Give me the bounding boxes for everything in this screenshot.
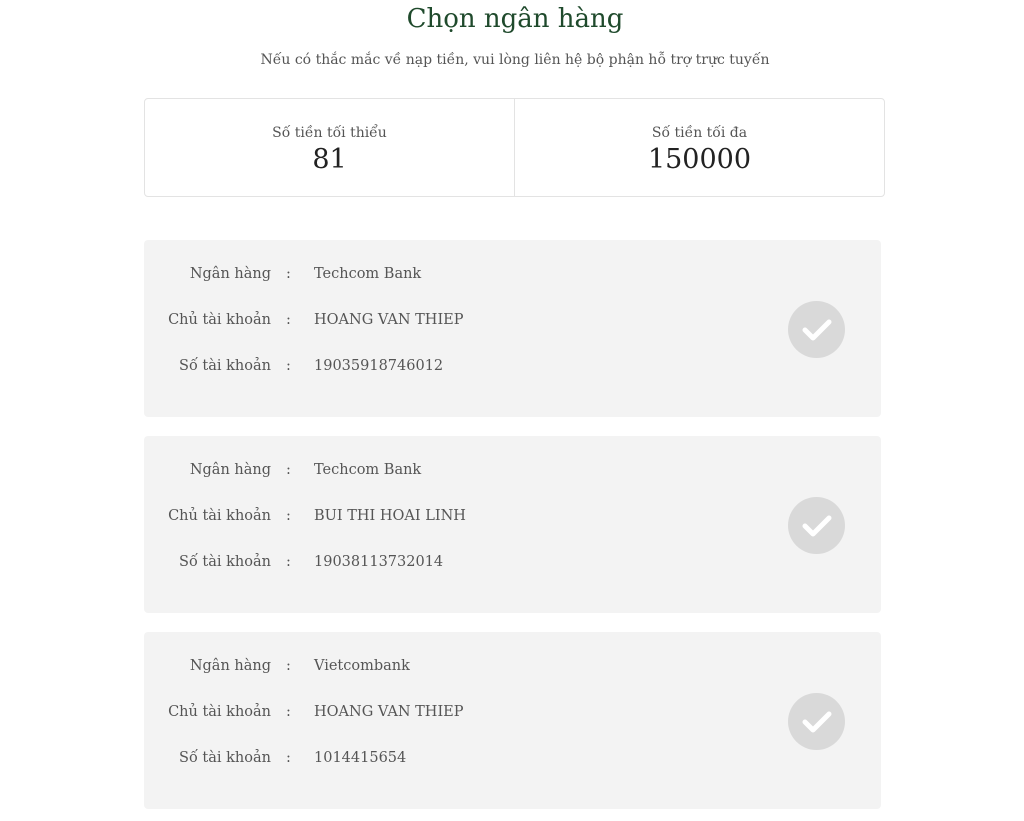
- min-amount-value: 81: [312, 144, 347, 175]
- account-owner-value: HOANG VAN THIEP: [314, 312, 464, 328]
- bank-name-value: Vietcombank: [314, 658, 410, 674]
- bank-select-page: Chọn ngân hàng Nếu có thắc mắc về nạp ti…: [0, 0, 1024, 821]
- bank-name-label: Ngân hàng: [189, 266, 271, 282]
- account-owner-value: HOANG VAN THIEP: [314, 704, 464, 720]
- page-subtitle: Nếu có thắc mắc về nạp tiền, vui lòng li…: [260, 52, 770, 68]
- separator: :: [286, 462, 291, 478]
- bank-option-card[interactable]: Ngân hàng : Techcom Bank Chủ tài khoản :…: [144, 240, 881, 417]
- check-mark: [802, 319, 831, 340]
- account-number-value: 19038113732014: [314, 554, 444, 570]
- account-owner-label: Chủ tài khoản: [168, 508, 271, 524]
- check-icon[interactable]: [788, 693, 845, 750]
- account-owner-row: Chủ tài khoản : HOANG VAN THIEP: [144, 309, 744, 331]
- separator: :: [286, 658, 291, 674]
- separator: :: [286, 704, 291, 720]
- deposit-limits-panel: Số tiền tối thiểu 81 Số tiền tối đa 1500…: [144, 98, 885, 197]
- account-owner-label: Chủ tài khoản: [168, 312, 271, 328]
- account-owner-value: BUI THI HOAI LINH: [314, 508, 466, 524]
- max-amount-cell: Số tiền tối đa 150000: [514, 99, 884, 196]
- check-mark: [802, 515, 831, 536]
- account-number-row: Số tài khoản : 19035918746012: [144, 355, 744, 377]
- bank-option-card[interactable]: Ngân hàng : Techcom Bank Chủ tài khoản :…: [144, 436, 881, 613]
- min-amount-label: Số tiền tối thiểu: [272, 125, 387, 141]
- separator: :: [286, 358, 291, 374]
- bank-name-row: Ngân hàng : Techcom Bank: [144, 459, 744, 481]
- account-number-row: Số tài khoản : 1014415654: [144, 747, 744, 769]
- account-number-row: Số tài khoản : 19038113732014: [144, 551, 744, 573]
- separator: :: [286, 554, 291, 570]
- bank-name-value: Techcom Bank: [314, 266, 422, 282]
- account-number-label: Số tài khoản: [179, 554, 271, 570]
- check-icon[interactable]: [788, 497, 845, 554]
- account-number-label: Số tài khoản: [179, 750, 271, 766]
- bank-option-card[interactable]: Ngân hàng : Vietcombank Chủ tài khoản : …: [144, 632, 881, 809]
- max-amount-value: 150000: [647, 144, 752, 175]
- account-owner-row: Chủ tài khoản : BUI THI HOAI LINH: [144, 505, 744, 527]
- bank-name-label: Ngân hàng: [189, 462, 271, 478]
- separator: :: [286, 508, 291, 524]
- account-number-label: Số tài khoản: [179, 358, 271, 374]
- check-mark: [802, 711, 831, 732]
- bank-name-label: Ngân hàng: [189, 658, 271, 674]
- account-owner-label: Chủ tài khoản: [168, 704, 271, 720]
- separator: :: [286, 750, 291, 766]
- separator: :: [286, 266, 291, 282]
- bank-name-row: Ngân hàng : Vietcombank: [144, 655, 744, 677]
- bank-name-value: Techcom Bank: [314, 462, 422, 478]
- bank-name-row: Ngân hàng : Techcom Bank: [144, 263, 744, 285]
- account-number-value: 19035918746012: [314, 358, 444, 374]
- max-amount-label: Số tiền tối đa: [651, 125, 748, 141]
- page-title: Chọn ngân hàng: [406, 4, 624, 34]
- separator: :: [286, 312, 291, 328]
- min-amount-cell: Số tiền tối thiểu 81: [145, 99, 514, 196]
- account-number-value: 1014415654: [314, 750, 407, 766]
- account-owner-row: Chủ tài khoản : HOANG VAN THIEP: [144, 701, 744, 723]
- check-icon[interactable]: [788, 301, 845, 358]
